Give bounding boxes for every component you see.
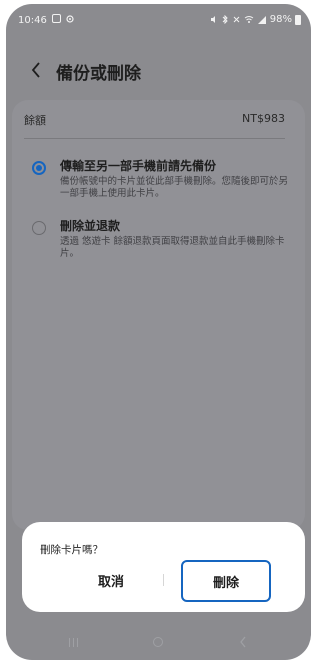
navigation-bar bbox=[6, 624, 311, 660]
option-text: 刪除並退款 透過 悠遊卡 餘額退款頁面取得退款並自此手機刪除卡片。 bbox=[60, 218, 290, 260]
option-description: 透過 悠遊卡 餘額退款頁面取得退款並自此手機刪除卡片。 bbox=[60, 236, 285, 259]
dialog-message: 刪除卡片嗎？ bbox=[40, 544, 103, 556]
phone-screen: 10:46 98% 備份或刪除 餘額 NT$983 傳輸至另一部手機前請先備份 … bbox=[6, 4, 311, 660]
balance-label: 餘額 bbox=[24, 114, 46, 127]
option-description: 備份帳號中的卡片並從此部手機刪除。您隨後即可於另一部手機上使用此卡片。 bbox=[60, 176, 289, 199]
option-title: 刪除並退款 bbox=[60, 219, 121, 233]
balance-value: NT$983 bbox=[242, 112, 285, 125]
status-bar: 10:46 98% bbox=[6, 4, 311, 36]
recent-apps-icon[interactable] bbox=[58, 630, 88, 654]
signal-icon bbox=[257, 16, 266, 24]
settings-icon bbox=[66, 15, 74, 23]
option-text: 傳輸至另一部手機前請先備份 備份帳號中的卡片並從此部手機刪除。您隨後即可於另一部… bbox=[60, 158, 290, 200]
wifi-icon bbox=[244, 16, 254, 23]
home-icon[interactable] bbox=[143, 630, 173, 654]
battery-icon bbox=[295, 14, 301, 25]
gallery-icon bbox=[52, 14, 61, 23]
option-title: 傳輸至另一部手機前請先備份 bbox=[60, 159, 217, 173]
radio-unselected[interactable] bbox=[32, 221, 46, 235]
status-left-icons bbox=[52, 14, 75, 24]
bluetooth-icon bbox=[222, 15, 228, 24]
chevron-left-icon[interactable] bbox=[26, 58, 46, 82]
page-header: 備份或刪除 bbox=[6, 54, 311, 88]
button-divider bbox=[163, 574, 164, 586]
status-time: 10:46 bbox=[18, 15, 47, 26]
delete-confirm-dialog: 刪除卡片嗎？ 取消 刪除 bbox=[22, 522, 305, 612]
status-right-icons: 98% bbox=[210, 14, 301, 25]
radio-selected[interactable] bbox=[32, 161, 46, 175]
delete-button[interactable]: 刪除 bbox=[181, 560, 271, 602]
battery-percent: 98% bbox=[269, 14, 292, 25]
cancel-button[interactable]: 取消 bbox=[56, 562, 166, 598]
mute-icon bbox=[210, 16, 215, 23]
divider bbox=[24, 138, 285, 139]
back-icon[interactable] bbox=[228, 630, 258, 654]
nfc-icon bbox=[233, 16, 240, 23]
page-title: 備份或刪除 bbox=[56, 64, 141, 84]
